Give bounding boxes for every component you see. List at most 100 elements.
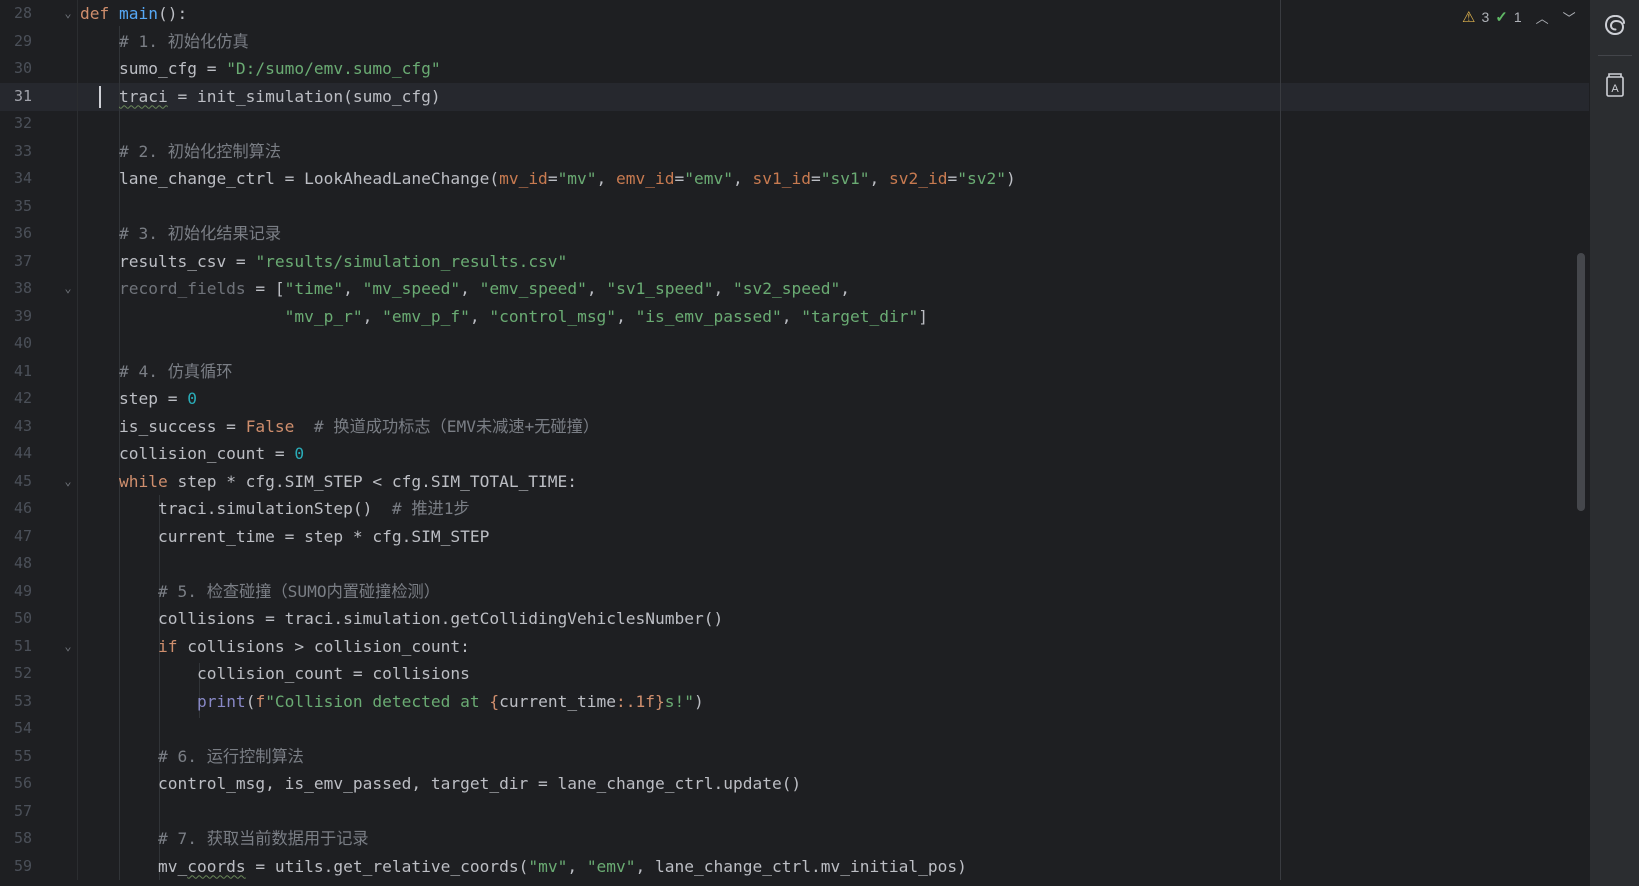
line-number[interactable]: 52: [0, 660, 32, 688]
line-number[interactable]: 43: [0, 413, 32, 441]
code-line[interactable]: 50 collisions = traci.simulation.getColl…: [0, 605, 1589, 633]
code-line[interactable]: 52 collision_count = collisions: [0, 660, 1589, 688]
line-number[interactable]: 30: [0, 55, 32, 83]
code-line[interactable]: 47 current_time = step * cfg.SIM_STEP: [0, 523, 1589, 551]
code-text[interactable]: if collisions > collision_count:: [80, 633, 470, 661]
line-number[interactable]: 57: [0, 798, 32, 826]
line-number[interactable]: 54: [0, 715, 32, 743]
code-line[interactable]: 39 "mv_p_r", "emv_p_f", "control_msg", "…: [0, 303, 1589, 331]
inspection-widget[interactable]: ⚠ 3 ✓ 1 ︿ ﹀: [1462, 6, 1576, 28]
code-line[interactable]: 37 results_csv = "results/simulation_res…: [0, 248, 1589, 276]
code-line[interactable]: 51 ⌄ if collisions > collision_count:: [0, 633, 1589, 661]
line-number[interactable]: 48: [0, 550, 32, 578]
code-line[interactable]: 53 print(f"Collision detected at {curren…: [0, 688, 1589, 716]
line-number[interactable]: 59: [0, 853, 32, 881]
line-number[interactable]: 40: [0, 330, 32, 358]
typo-count[interactable]: 1: [1514, 9, 1522, 25]
line-number[interactable]: 51: [0, 633, 32, 661]
line-number[interactable]: 34: [0, 165, 32, 193]
spellcheck-icon[interactable]: ✓: [1495, 8, 1508, 26]
warning-count[interactable]: 3: [1481, 9, 1489, 25]
code-line[interactable]: 49 # 5. 检查碰撞（SUMO内置碰撞检测）: [0, 578, 1589, 606]
code-text[interactable]: def main():: [80, 0, 187, 28]
code-text[interactable]: control_msg, is_emv_passed, target_dir =…: [80, 770, 801, 798]
code-text[interactable]: collisions = traci.simulation.getCollidi…: [80, 605, 723, 633]
code-line[interactable]: 58 # 7. 获取当前数据用于记录: [0, 825, 1589, 853]
code-text[interactable]: record_fields = ["time", "mv_speed", "em…: [80, 275, 850, 303]
line-number[interactable]: 42: [0, 385, 32, 413]
line-number[interactable]: 55: [0, 743, 32, 771]
line-number[interactable]: 39: [0, 303, 32, 331]
code-editor[interactable]: 28 ⌄ def main(): 29 # 1. 初始化仿真 30 sumo_cfg =…: [0, 0, 1589, 880]
code-line[interactable]: 36 # 3. 初始化结果记录: [0, 220, 1589, 248]
code-line[interactable]: 55 # 6. 运行控制算法: [0, 743, 1589, 771]
line-number[interactable]: 44: [0, 440, 32, 468]
code-line[interactable]: 41 # 4. 仿真循环: [0, 358, 1589, 386]
line-number[interactable]: 49: [0, 578, 32, 606]
line-number[interactable]: 47: [0, 523, 32, 551]
code-line[interactable]: 34 lane_change_ctrl = LookAheadLaneChang…: [0, 165, 1589, 193]
line-number[interactable]: 46: [0, 495, 32, 523]
code-line[interactable]: 45 ⌄ while step * cfg.SIM_STEP < cfg.SIM_…: [0, 468, 1589, 496]
code-text[interactable]: traci.simulationStep() # 推进1步: [80, 495, 470, 523]
code-line[interactable]: 54: [0, 715, 1589, 743]
code-line[interactable]: 40: [0, 330, 1589, 358]
code-line[interactable]: 44 collision_count = 0: [0, 440, 1589, 468]
translate-dictionary-icon[interactable]: A: [1600, 70, 1630, 100]
line-number[interactable]: 35: [0, 193, 32, 221]
warning-triangle-icon[interactable]: ⚠: [1462, 8, 1475, 26]
code-text[interactable]: step = 0: [80, 385, 197, 413]
code-line[interactable]: 30 sumo_cfg = "D:/sumo/emv.sumo_cfg": [0, 55, 1589, 83]
line-number[interactable]: 36: [0, 220, 32, 248]
line-number[interactable]: 56: [0, 770, 32, 798]
code-text[interactable]: print(f"Collision detected at {current_t…: [80, 688, 704, 716]
line-number[interactable]: 37: [0, 248, 32, 276]
fold-chevron-icon[interactable]: ⌄: [62, 633, 74, 661]
code-text[interactable]: # 5. 检查碰撞（SUMO内置碰撞检测）: [80, 578, 440, 606]
code-line[interactable]: 31 traci = init_simulation(sumo_cfg): [0, 83, 1589, 111]
line-number[interactable]: 28: [0, 0, 32, 28]
code-line[interactable]: 29 # 1. 初始化仿真: [0, 28, 1589, 56]
code-text[interactable]: collision_count = 0: [80, 440, 304, 468]
fold-chevron-icon[interactable]: ⌄: [62, 468, 74, 496]
code-line[interactable]: 35: [0, 193, 1589, 221]
previous-highlight-icon[interactable]: ︿: [1536, 8, 1549, 27]
code-line[interactable]: 57: [0, 798, 1589, 826]
line-number[interactable]: 50: [0, 605, 32, 633]
code-text[interactable]: # 7. 获取当前数据用于记录: [80, 825, 369, 853]
code-text[interactable]: # 6. 运行控制算法: [80, 743, 304, 771]
code-line[interactable]: 43 is_success = False # 换道成功标志（EMV未减速+无碰…: [0, 413, 1589, 441]
line-number[interactable]: 53: [0, 688, 32, 716]
ai-assistant-swirl-icon[interactable]: [1600, 10, 1630, 40]
code-text[interactable]: # 2. 初始化控制算法: [80, 138, 281, 166]
code-line[interactable]: 56 control_msg, is_emv_passed, target_di…: [0, 770, 1589, 798]
code-line[interactable]: 33 # 2. 初始化控制算法: [0, 138, 1589, 166]
code-text[interactable]: current_time = step * cfg.SIM_STEP: [80, 523, 489, 551]
code-text[interactable]: traci = init_simulation(sumo_cfg): [80, 83, 441, 111]
code-line[interactable]: 38 ⌄ record_fields = ["time", "mv_speed",…: [0, 275, 1589, 303]
code-text[interactable]: # 3. 初始化结果记录: [80, 220, 281, 248]
code-text[interactable]: while step * cfg.SIM_STEP < cfg.SIM_TOTA…: [80, 468, 577, 496]
fold-chevron-icon[interactable]: ⌄: [62, 275, 74, 303]
code-text[interactable]: # 1. 初始化仿真: [80, 28, 249, 56]
scrollbar-thumb[interactable]: [1577, 253, 1585, 511]
code-line[interactable]: 59 mv_coords = utils.get_relative_coords…: [0, 853, 1589, 881]
code-line[interactable]: 32: [0, 110, 1589, 138]
code-line[interactable]: 46 traci.simulationStep() # 推进1步: [0, 495, 1589, 523]
code-line[interactable]: 48: [0, 550, 1589, 578]
code-text[interactable]: "mv_p_r", "emv_p_f", "control_msg", "is_…: [80, 303, 928, 331]
line-number[interactable]: 32: [0, 110, 32, 138]
code-text[interactable]: mv_coords = utils.get_relative_coords("m…: [80, 853, 967, 881]
line-number[interactable]: 33: [0, 138, 32, 166]
line-number[interactable]: 45: [0, 468, 32, 496]
line-number[interactable]: 29: [0, 28, 32, 56]
code-text[interactable]: is_success = False # 换道成功标志（EMV未减速+无碰撞）: [80, 413, 599, 441]
code-text[interactable]: results_csv = "results/simulation_result…: [80, 248, 567, 276]
code-line[interactable]: 42 step = 0: [0, 385, 1589, 413]
code-text[interactable]: lane_change_ctrl = LookAheadLaneChange(m…: [80, 165, 1016, 193]
code-line[interactable]: 28 ⌄ def main():: [0, 0, 1589, 28]
line-number[interactable]: 38: [0, 275, 32, 303]
code-text[interactable]: sumo_cfg = "D:/sumo/emv.sumo_cfg": [80, 55, 441, 83]
code-text[interactable]: # 4. 仿真循环: [80, 358, 232, 386]
code-text[interactable]: collision_count = collisions: [80, 660, 470, 688]
